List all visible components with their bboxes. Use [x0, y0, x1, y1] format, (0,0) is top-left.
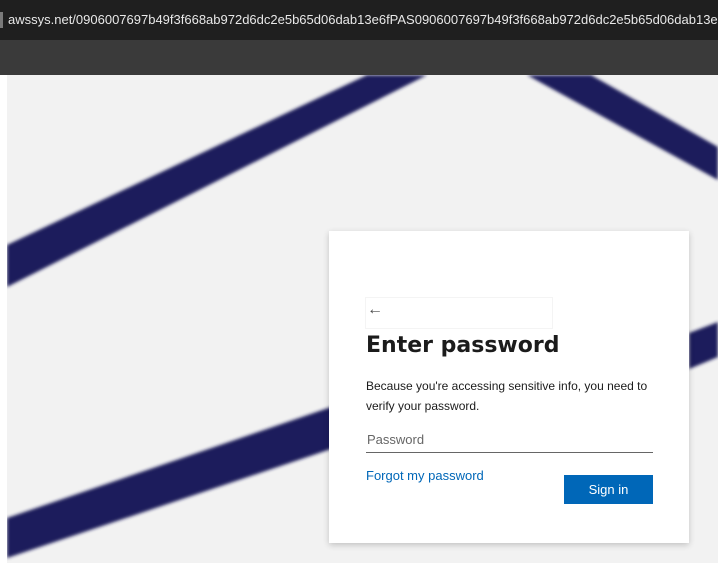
sign-in-button[interactable]: Sign in	[564, 475, 653, 504]
forgot-password-link[interactable]: Forgot my password	[366, 468, 484, 483]
page-title: Enter password	[366, 333, 560, 358]
stripe-lower-left	[7, 405, 337, 558]
address-bar-edge	[0, 12, 3, 28]
stripe-lower-right	[689, 322, 718, 369]
url-text[interactable]: awssys.net/0906007697b49f3f668ab972d6dc2…	[8, 0, 718, 40]
window-edge	[0, 75, 7, 563]
stripe-upper-right	[527, 75, 718, 180]
address-bar[interactable]: awssys.net/0906007697b49f3f668ab972d6dc2…	[0, 0, 718, 40]
back-arrow-icon[interactable]: ←	[367, 301, 383, 319]
description-text: Because you're accessing sensitive info,…	[366, 379, 648, 413]
logo-placeholder	[365, 297, 553, 329]
browser-toolbar	[0, 40, 718, 75]
password-input[interactable]	[366, 426, 653, 453]
